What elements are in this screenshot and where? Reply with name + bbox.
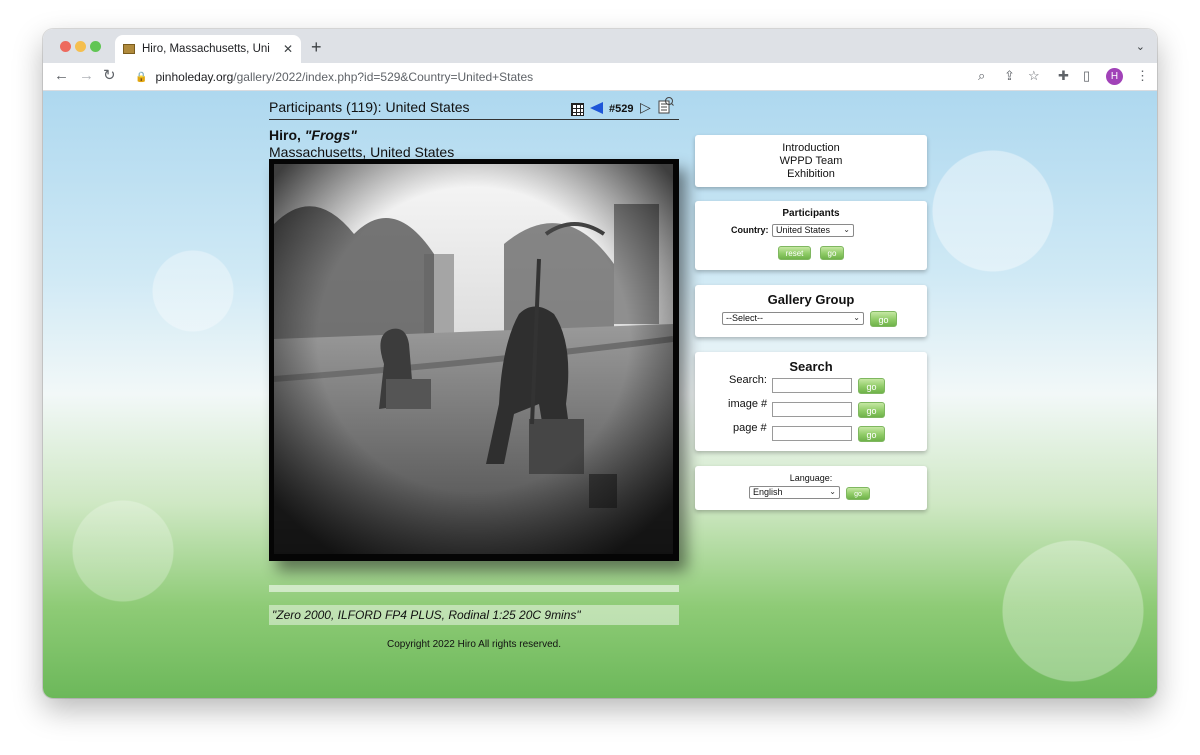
- minimize-window-button[interactable]: [75, 41, 86, 52]
- participants-go-button[interactable]: go: [820, 246, 844, 260]
- participants-panel: Participants Country: United States ⌄ re…: [695, 201, 927, 270]
- search-label: Search:: [729, 374, 767, 386]
- new-tab-button[interactable]: +: [311, 37, 322, 58]
- tab-bar: Hiro, Massachusetts, United S ✕ + ⌄: [43, 29, 1157, 63]
- language-label: Language:: [789, 473, 833, 483]
- search-panel: Search Search: go image # go page # go: [695, 352, 927, 451]
- grid-view-icon[interactable]: [571, 103, 584, 116]
- close-window-button[interactable]: [60, 41, 71, 52]
- gallery-group-go-button[interactable]: go: [870, 311, 897, 327]
- tab-title: Hiro, Massachusetts, United S: [142, 43, 270, 55]
- photo-caption: "Zero 2000, ILFORD FP4 PLUS, Rodinal 1:2…: [269, 605, 679, 625]
- language-select[interactable]: English ⌄: [749, 486, 840, 499]
- chevron-down-icon: ⌄: [843, 225, 850, 234]
- page-viewport: Participants (119): United States #529 ▷…: [43, 91, 1157, 698]
- exhibition-link[interactable]: Exhibition: [695, 168, 927, 181]
- image-number-input[interactable]: [772, 402, 852, 417]
- caption-divider: [269, 585, 679, 592]
- wppd-team-link[interactable]: WPPD Team: [695, 155, 927, 168]
- reload-icon[interactable]: ↻: [103, 68, 116, 84]
- favicon-icon: [123, 44, 135, 54]
- artist-name: Hiro,: [269, 127, 305, 143]
- maximize-window-button[interactable]: [90, 41, 101, 52]
- participants-panel-title: Participants: [782, 208, 840, 219]
- image-number-label: image #: [728, 398, 768, 410]
- extensions-icon[interactable]: ✚: [1058, 69, 1069, 83]
- artist-line: Hiro, "Frogs": [269, 127, 357, 143]
- tab-close-icon[interactable]: ✕: [283, 42, 293, 56]
- language-go-button[interactable]: go: [846, 487, 870, 500]
- photo-illustration: [274, 164, 673, 554]
- next-arrow-icon[interactable]: ▷: [640, 100, 653, 114]
- browser-toolbar: ← → ↻ 🔒 pinholeday.org/gallery/2022/inde…: [43, 63, 1157, 91]
- gallery-group-title: Gallery Group: [767, 292, 855, 307]
- active-tab[interactable]: Hiro, Massachusetts, United S ✕: [115, 35, 301, 63]
- gallery-group-select-value: --Select--: [726, 313, 764, 323]
- page-number-label: page #: [733, 422, 767, 434]
- country-select-value: United States: [776, 225, 831, 235]
- search-go-button[interactable]: go: [858, 378, 885, 394]
- page-go-button[interactable]: go: [858, 426, 885, 442]
- share-icon[interactable]: ⇪: [1004, 69, 1015, 83]
- frogs-photo[interactable]: [274, 164, 673, 554]
- gallery-group-panel: Gallery Group --Select-- ⌄ go: [695, 285, 927, 337]
- copyright-notice: Copyright 2022 Hiro All rights reserved.: [387, 639, 561, 650]
- photo-frame: [269, 159, 679, 561]
- address-bar[interactable]: 🔒 pinholeday.org/gallery/2022/index.php?…: [131, 66, 1001, 88]
- chevron-down-icon: ⌄: [853, 313, 860, 322]
- page-number-input[interactable]: [772, 426, 852, 441]
- url-path: /gallery/2022/index.php?id=529&Country=U…: [233, 70, 534, 84]
- tab-search-icon[interactable]: ⌄: [1136, 40, 1145, 53]
- photo-location: Massachusetts, United States: [269, 144, 455, 160]
- forward-icon[interactable]: →: [79, 68, 94, 84]
- chevron-down-icon: ⌄: [829, 487, 836, 496]
- country-select[interactable]: United States ⌄: [772, 224, 854, 237]
- intro-panel: Introduction WPPD Team Exhibition: [695, 135, 927, 187]
- lock-icon: 🔒: [135, 71, 148, 83]
- country-label: Country:: [731, 225, 769, 235]
- search-panel-title: Search: [789, 359, 833, 374]
- previous-arrow-icon[interactable]: [590, 102, 603, 114]
- gallery-header: Participants (119): United States #529 ▷: [269, 96, 679, 120]
- profile-avatar[interactable]: H: [1106, 68, 1123, 85]
- image-go-button[interactable]: go: [858, 402, 885, 418]
- language-panel: Language: English ⌄ go: [695, 466, 927, 510]
- photo-title: "Frogs": [304, 127, 357, 143]
- url-text: pinholeday.org/gallery/2022/index.php?id…: [155, 70, 533, 84]
- back-icon[interactable]: ←: [54, 68, 69, 84]
- url-host: pinholeday.org: [155, 70, 234, 84]
- participants-heading: Participants (119): United States: [269, 99, 470, 115]
- browser-window: Hiro, Massachusetts, United S ✕ + ⌄ ← → …: [43, 29, 1157, 698]
- bookmark-star-icon[interactable]: ☆: [1028, 69, 1040, 83]
- search-input[interactable]: [772, 378, 852, 393]
- reset-button[interactable]: reset: [778, 246, 811, 260]
- sidebar-icon[interactable]: ▯: [1083, 69, 1090, 83]
- details-icon[interactable]: [658, 96, 674, 114]
- image-number: #529: [609, 103, 634, 115]
- browser-menu-icon[interactable]: ⋮: [1136, 69, 1149, 83]
- intro-link[interactable]: Introduction: [695, 142, 927, 155]
- language-select-value: English: [753, 487, 783, 497]
- zoom-icon[interactable]: ⌕: [978, 69, 985, 83]
- gallery-group-select[interactable]: --Select-- ⌄: [722, 312, 864, 325]
